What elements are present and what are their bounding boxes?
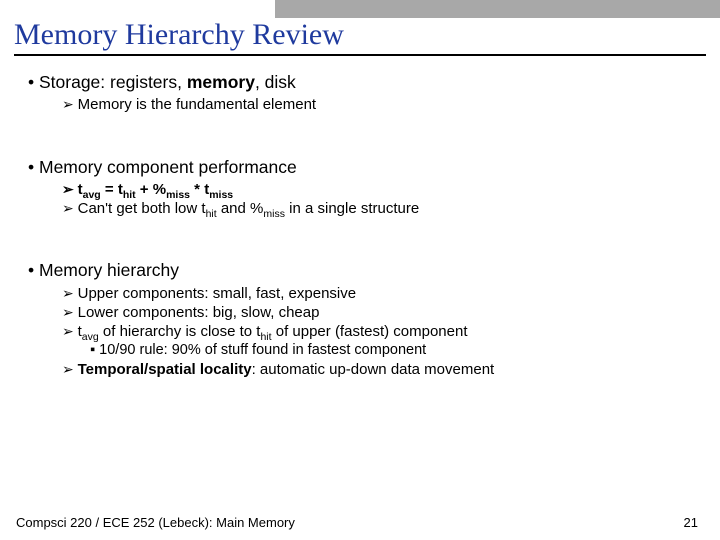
text: : automatic up-down data movement xyxy=(252,361,495,378)
sub-tavg-hierarchy: tavg of hierarchy is close to thit of up… xyxy=(80,322,692,341)
sublist-storage: Memory is the fundamental element xyxy=(62,95,692,114)
sublist-hierarchy: Upper components: small, fast, expensive… xyxy=(62,284,692,379)
text: of hierarchy is close to t xyxy=(99,323,261,340)
sub-hit: hit xyxy=(206,208,217,220)
text: = t xyxy=(101,181,123,198)
page-number: 21 xyxy=(684,515,698,530)
sub-upper: Upper components: small, fast, expensive xyxy=(80,284,692,303)
bold-memory: memory xyxy=(187,72,255,92)
text: + % xyxy=(136,181,166,198)
text: in a single structure xyxy=(285,200,419,217)
sub-lower: Lower components: big, slow, cheap xyxy=(80,303,692,322)
text: and % xyxy=(217,200,264,217)
text: * t xyxy=(190,181,209,198)
sub-fundamental: Memory is the fundamental element xyxy=(80,95,692,114)
bold-locality: Temporal/spatial locality xyxy=(78,361,252,378)
text: , disk xyxy=(255,72,296,92)
slide-footer: Compsci 220 / ECE 252 (Lebeck): Main Mem… xyxy=(16,515,698,530)
sublist-performance: tavg = thit + %miss * tmiss Can't get bo… xyxy=(62,180,692,218)
bullet-performance: Memory component performance xyxy=(42,157,692,178)
text: Storage: registers, xyxy=(39,72,187,92)
footer-course: Compsci 220 / ECE 252 (Lebeck): Main Mem… xyxy=(16,515,295,530)
slide-body: Storage: registers, memory, disk Memory … xyxy=(0,66,720,379)
sub-miss: miss xyxy=(263,208,285,220)
text: Can't get both low t xyxy=(78,200,206,217)
bullet-storage: Storage: registers, memory, disk xyxy=(42,72,692,93)
bullet-hierarchy: Memory hierarchy xyxy=(42,260,692,281)
text: of upper (fastest) component xyxy=(272,323,468,340)
sub-tavg-formula: tavg = thit + %miss * tmiss xyxy=(80,180,692,199)
sub-cant-get-both: Can't get both low thit and %miss in a s… xyxy=(80,199,692,218)
subsub-1090-rule: 10/90 rule: 90% of stuff found in fastes… xyxy=(90,341,692,360)
sub-locality: Temporal/spatial locality: automatic up-… xyxy=(80,360,692,379)
title-underline xyxy=(14,54,706,56)
header-gray-bar xyxy=(275,0,720,18)
